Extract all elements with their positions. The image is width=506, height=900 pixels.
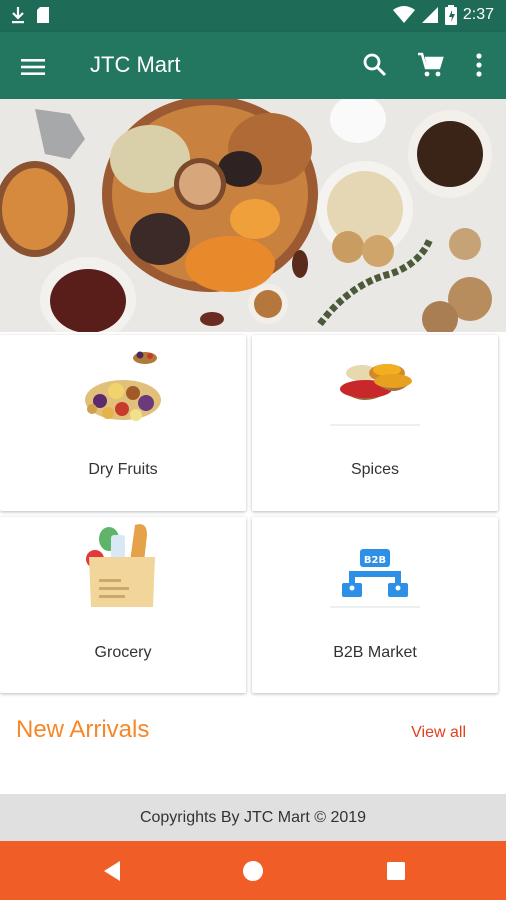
b2b-icon: B2B: [330, 549, 420, 608]
search-icon[interactable]: [360, 50, 390, 80]
category-tile-dry-fruits[interactable]: Dry Fruits: [0, 335, 246, 511]
category-label: Dry Fruits: [88, 461, 158, 478]
category-label: B2B Market: [333, 644, 417, 661]
signal-icon: [421, 7, 438, 23]
system-nav-bar: [0, 841, 506, 900]
category-tile-spices[interactable]: Spices: [252, 335, 498, 511]
app-bar: JTC Mart: [0, 32, 506, 99]
view-all-link[interactable]: View all: [411, 724, 466, 742]
dry-fruits-icon: [85, 351, 161, 421]
home-icon[interactable]: [239, 857, 267, 885]
new-arrivals-title: New Arrivals: [16, 716, 150, 743]
app-title: JTC Mart: [90, 52, 181, 77]
status-bar: 2:37: [0, 0, 506, 32]
menu-icon[interactable]: [18, 52, 48, 82]
battery-icon: [444, 5, 457, 25]
b2b-badge-text: B2B: [364, 555, 386, 566]
clock: 2:37: [462, 6, 494, 23]
category-label: Grocery: [94, 644, 152, 661]
wifi-icon: [392, 6, 415, 23]
more-options-icon[interactable]: [464, 50, 494, 80]
sd-card-icon: [37, 7, 49, 23]
category-tile-b2b-market[interactable]: B2B B2B Market: [252, 517, 498, 693]
promo-banner[interactable]: [0, 99, 506, 332]
category-label: Spices: [350, 461, 400, 478]
recents-icon[interactable]: [382, 857, 410, 885]
download-icon: [12, 7, 24, 24]
category-tile-grocery[interactable]: Grocery: [0, 517, 246, 693]
spices-icon: [330, 364, 420, 426]
cart-icon[interactable]: [416, 50, 446, 80]
banner-image: [0, 99, 506, 332]
grocery-bag-icon: [86, 524, 155, 607]
back-icon[interactable]: [98, 857, 126, 885]
copyright-footer: Copyrights By JTC Mart © 2019: [0, 794, 506, 841]
